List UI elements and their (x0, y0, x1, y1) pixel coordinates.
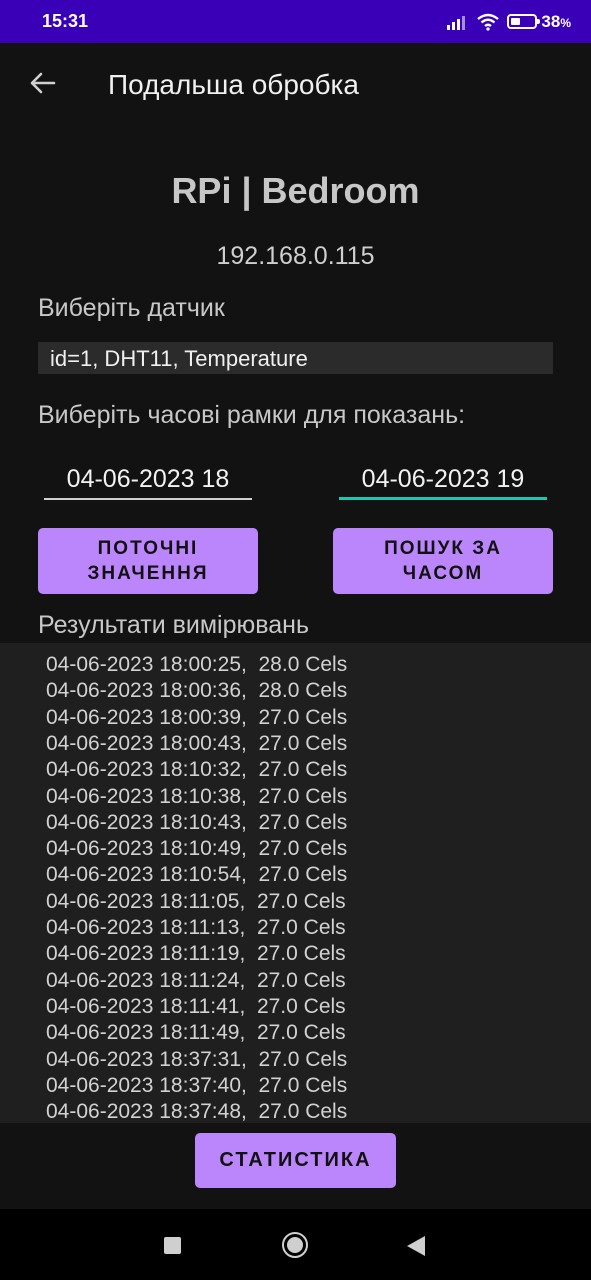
list-item: 04-06-2023 18:10:38, 27.0 Cels (46, 784, 348, 808)
device-ip: 192.168.0.115 (216, 242, 375, 270)
search-by-time-button-line1: ПОШУК ЗА (384, 538, 502, 559)
list-item: 04-06-2023 18:00:25, 28.0 Cels (46, 653, 348, 676)
sensor-dropdown[interactable]: id=1, DHT11, Temperature (38, 342, 553, 374)
statistics-button[interactable]: СТАТИСТИКА (195, 1133, 396, 1188)
list-item: 04-06-2023 18:00:43, 27.0 Cels (46, 731, 348, 755)
current-values-button[interactable]: ПОТОЧНІ ЗНАЧЕННЯ (38, 528, 258, 594)
back-triangle-icon[interactable] (407, 1236, 425, 1256)
list-item: 04-06-2023 18:11:49, 27.0 Cels (46, 1021, 346, 1045)
list-item: 04-06-2023 18:11:13, 27.0 Cels (46, 916, 346, 939)
list-item: 04-06-2023 18:37:31, 27.0 Cels (46, 1047, 348, 1071)
wifi-icon (477, 13, 500, 31)
signal-icon (447, 15, 466, 30)
list-item: 04-06-2023 18:10:43, 27.0 Cels (46, 810, 348, 834)
list-item: 04-06-2023 18:10:54, 27.0 Cels (46, 863, 348, 887)
arrow-left-icon (30, 72, 56, 94)
results-label: Результати вимірювань (38, 611, 309, 639)
toolbar: Подальша обробка (0, 43, 591, 129)
navigation-bar (0, 1209, 591, 1280)
list-item: 04-06-2023 18:10:32, 27.0 Cels (46, 758, 348, 782)
home-dot (287, 1237, 303, 1253)
battery-fill (511, 18, 520, 25)
list-item: 04-06-2023 18:11:41, 27.0 Cels (46, 994, 346, 1018)
status-time: 15:31 (42, 11, 89, 31)
status-bar: 15:31 38% (0, 0, 591, 43)
back-button[interactable] (26, 67, 58, 99)
list-item: 04-06-2023 18:11:19, 27.0 Cels (46, 942, 346, 966)
list-item: 04-06-2023 18:11:05, 27.0 Cels (46, 889, 346, 913)
page-title: Подальша обробка (108, 69, 359, 100)
battery-indicator: 38% (507, 12, 571, 32)
list-item: 04-06-2023 18:11:24, 27.0 Cels (46, 968, 346, 992)
device-name: RPi | Bedroom (171, 170, 420, 211)
results-list[interactable]: 04-06-2023 18:00:25, 28.0 Cels 04-06-2023… (0, 643, 591, 1123)
date-to-input[interactable]: 04-06-2023 19 (339, 460, 547, 500)
sensor-label: Виберіть датчик (38, 294, 225, 322)
list-item: 04-06-2023 18:00:36, 28.0 Cels (46, 679, 348, 703)
date-from-input[interactable]: 04-06-2023 18 (44, 460, 252, 500)
status-icons: 38% (447, 12, 571, 32)
search-by-time-button-line2: ЧАСОМ (402, 563, 484, 584)
battery-icon (507, 14, 541, 29)
search-by-time-button[interactable]: ПОШУК ЗА ЧАСОМ (333, 528, 553, 594)
list-item: 04-06-2023 18:37:48, 27.0 Cels (46, 1100, 348, 1123)
battery-percent: 38% (541, 11, 571, 31)
list-item: 04-06-2023 18:37:40, 27.0 Cels (46, 1073, 348, 1097)
current-values-button-line2: ЗНАЧЕННЯ (87, 563, 209, 584)
list-item: 04-06-2023 18:00:39, 27.0 Cels (46, 705, 348, 729)
home-circle-icon[interactable] (282, 1232, 308, 1258)
recents-square-icon[interactable] (164, 1237, 181, 1254)
timeframe-label: Виберіть часові рамки для показань: (38, 401, 466, 429)
list-item: 04-06-2023 18:10:49, 27.0 Cels (46, 837, 348, 861)
current-values-button-line1: ПОТОЧНІ (97, 538, 199, 559)
